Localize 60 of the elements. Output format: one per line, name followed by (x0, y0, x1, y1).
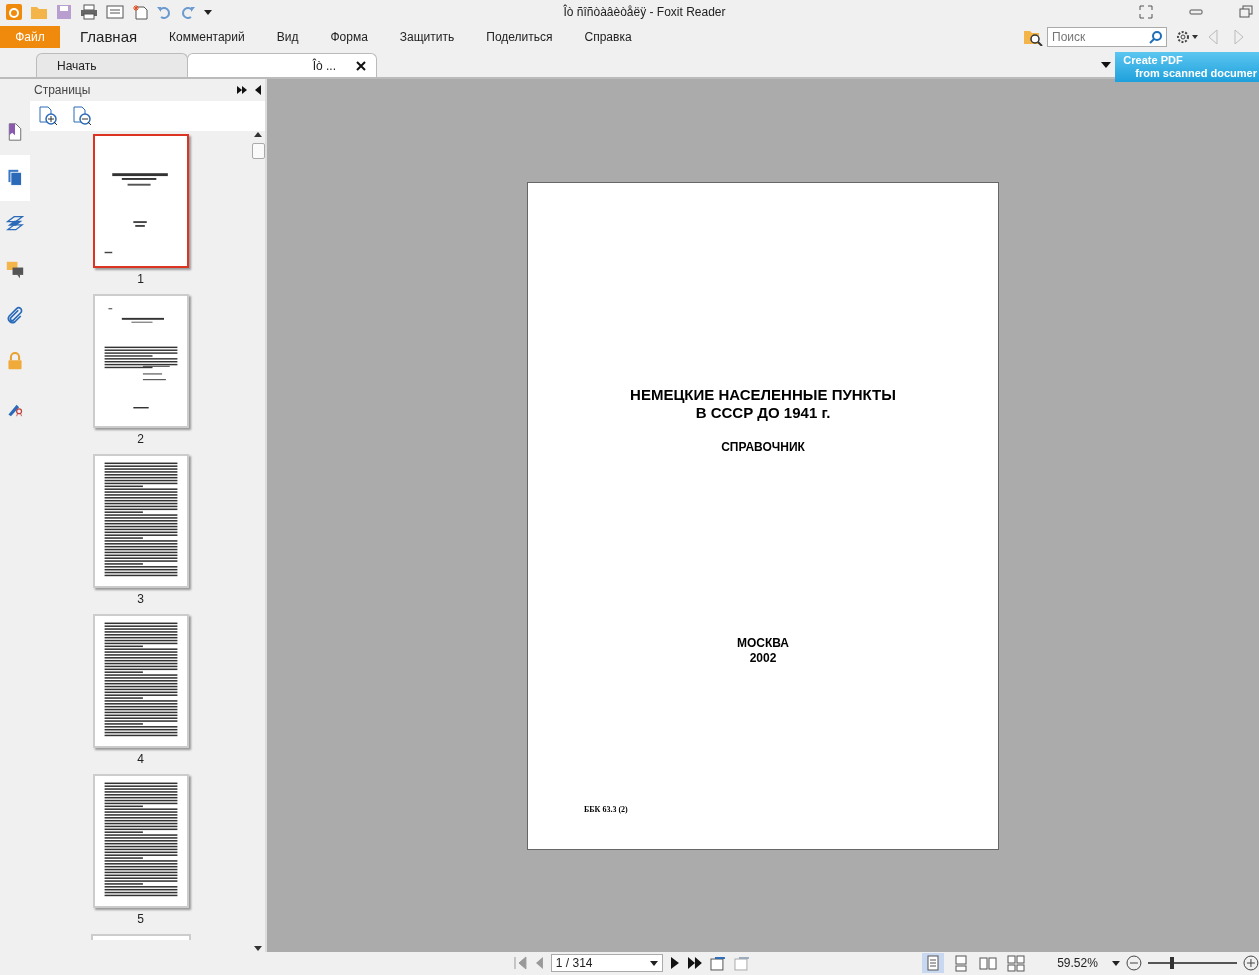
page-city: МОСКВА (736, 636, 790, 651)
ribbon-tab[interactable]: Вид (260, 28, 315, 46)
page-thumbnail[interactable] (92, 454, 189, 588)
bookmark-icon[interactable] (6, 120, 24, 144)
ribbon-tab[interactable]: Форма (314, 28, 384, 46)
dropdown-arrow-icon[interactable] (204, 8, 212, 16)
page-year: 2002 (748, 651, 778, 666)
ribbon-tab[interactable]: Поделиться (470, 28, 569, 46)
close-icon[interactable] (356, 60, 366, 71)
banner-text: Create PDF (1123, 54, 1184, 67)
restore-icon[interactable] (1239, 5, 1253, 19)
search-icon[interactable] (1149, 30, 1163, 44)
scrollbar-thumb[interactable] (251, 143, 265, 159)
page-thumbnail[interactable] (92, 294, 189, 428)
page-subtitle: СПРАВОЧНИК (721, 439, 805, 456)
ribbon-tab[interactable]: Защитить (383, 28, 471, 46)
scan-icon[interactable] (106, 4, 124, 20)
document-tab[interactable]: Îò ... (187, 53, 377, 77)
banner-text: from scanned documer (1134, 67, 1257, 80)
previous-view-icon[interactable] (708, 955, 727, 971)
page-number: 5 (137, 911, 144, 928)
view-mode-button[interactable] (921, 953, 944, 973)
settings-icon[interactable] (1175, 29, 1199, 45)
page-number: 1 (137, 271, 144, 288)
page-number: 2 (137, 431, 144, 448)
document-tab[interactable]: Начать (36, 53, 188, 77)
search-field[interactable]: Поиск (1047, 27, 1167, 47)
ribbon-tab[interactable]: Справка (568, 28, 648, 46)
expand-icon[interactable] (237, 85, 247, 95)
page-number: 3 (137, 591, 144, 608)
page-thumbnail[interactable] (90, 934, 191, 940)
new-document-icon[interactable] (132, 4, 148, 20)
last-page-icon[interactable] (687, 956, 703, 970)
page-thumbnail[interactable] (92, 134, 189, 268)
page-number: 4 (137, 751, 144, 768)
dropdown-arrow-icon[interactable] (650, 960, 659, 966)
scroll-down-icon[interactable] (254, 946, 262, 952)
slider-thumb[interactable] (1169, 957, 1174, 969)
zoom-out-icon[interactable] (1125, 955, 1142, 971)
page-thumbnail[interactable] (92, 774, 189, 908)
zoom-out-page-icon[interactable] (72, 106, 92, 126)
redo-icon[interactable] (180, 4, 196, 20)
dropdown-arrow-icon[interactable] (1111, 960, 1120, 966)
ribbon-tab[interactable]: Комментарий (153, 28, 261, 46)
zoom-in-page-icon[interactable] (38, 106, 58, 126)
zoom-level[interactable]: 59.52% (1057, 954, 1098, 972)
collapse-icon[interactable] (255, 85, 261, 95)
page-thumbnail[interactable] (92, 614, 189, 748)
window-title: Îò ñîñòàâèòåëÿ - Foxit Reader (562, 5, 726, 19)
panel-title: Страницы (34, 82, 91, 99)
ribbon-tab[interactable]: Главная (64, 25, 154, 49)
page-classification-code: ББК 63.3 (2) (584, 804, 628, 816)
zoom-in-icon[interactable] (1243, 955, 1259, 971)
undo-icon[interactable] (156, 4, 172, 20)
view-mode-button[interactable] (1005, 953, 1028, 973)
dropdown-arrow-icon[interactable] (1101, 62, 1111, 68)
print-icon[interactable] (80, 4, 98, 20)
folder-search-icon[interactable] (1023, 28, 1043, 46)
page-title: НЕМЕЦКИЕ НАСЕЛЕННЫЕ ПУНКТЫ В СССР ДО 1941 г. (630, 386, 896, 422)
page-number-field[interactable]: 1 / 314 (550, 954, 664, 972)
